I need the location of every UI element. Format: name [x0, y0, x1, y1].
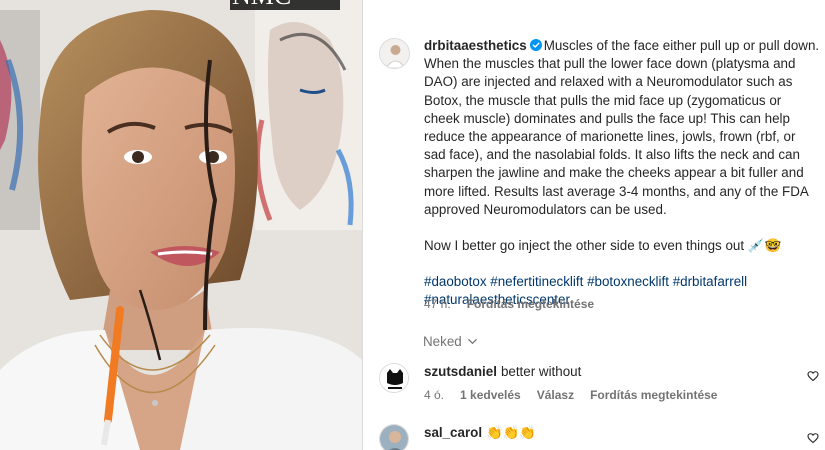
media-watermark: NMC — [232, 0, 291, 10]
commenter-username[interactable]: sal_carol — [424, 425, 482, 440]
comment-body: 👏👏👏 — [486, 425, 537, 440]
commenter-avatar-image — [380, 425, 408, 450]
commenter-avatar[interactable] — [379, 424, 409, 450]
reply-button[interactable]: Válasz — [537, 388, 574, 402]
video-frame-illustration: NMC — [0, 0, 362, 450]
caption-meta: 47 h. Fordítás megtekintése — [424, 297, 594, 311]
verified-badge-icon — [529, 39, 542, 51]
see-translation-link[interactable]: Fordítás megtekintése — [467, 297, 594, 311]
author-username[interactable]: drbitaaesthetics — [424, 38, 527, 53]
comment-sort-dropdown[interactable]: Neked — [423, 334, 478, 349]
comment-sort-label: Neked — [423, 334, 462, 349]
hashtag-link[interactable]: #nefertitinecklift — [490, 274, 583, 289]
hashtag-link[interactable]: #daobotox — [424, 274, 487, 289]
caption-text: Muscles of the face either pull up or pu… — [424, 38, 820, 217]
comment-body: better without — [500, 364, 582, 379]
comments-panel: drbitaaesthetics Muscles of the face eith… — [363, 0, 825, 450]
commenter-avatar[interactable] — [379, 363, 409, 393]
author-avatar-image — [380, 39, 409, 68]
commenter-username[interactable]: szutsdaniel — [424, 364, 497, 379]
commenter-avatar-image — [380, 364, 408, 392]
caption-second-paragraph: Now I better go inject the other side to… — [424, 238, 782, 254]
post-timestamp[interactable]: 47 h. — [424, 297, 451, 311]
comment-likes-count[interactable]: 1 kedvelés — [460, 388, 521, 402]
post-media[interactable]: NMC — [0, 0, 362, 450]
author-avatar[interactable] — [379, 38, 410, 69]
heart-outline-icon[interactable] — [807, 370, 819, 382]
post-caption: drbitaaesthetics Muscles of the face eith… — [424, 37, 820, 310]
comment-timestamp[interactable]: 4 ó. — [424, 388, 444, 402]
hashtag-link[interactable]: #botoxnecklift — [587, 274, 669, 289]
hashtag-link[interactable]: #drbitafarrell — [673, 274, 747, 289]
heart-outline-icon[interactable] — [807, 432, 819, 444]
chevron-down-icon — [467, 339, 477, 344]
comment-meta: 4 ó. 1 kedvelés Válasz Fordítás megtekin… — [424, 388, 717, 402]
see-translation-link[interactable]: Fordítás megtekintése — [590, 388, 717, 402]
